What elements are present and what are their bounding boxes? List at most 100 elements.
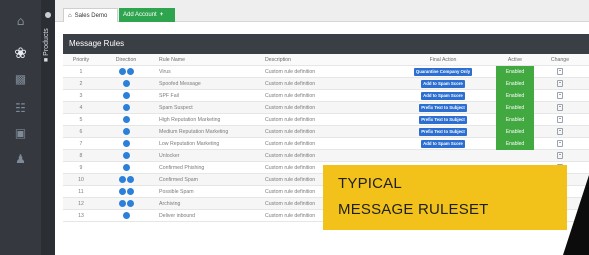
callout-banner: TYPICAL MESSAGE RULESET [323, 165, 567, 230]
direction-out-icon [126, 68, 134, 76]
cell-change [537, 78, 583, 90]
direction-in-icon [122, 140, 130, 148]
cell-active: Enabled [493, 90, 537, 102]
cell-final-action: Quarantine Company Only [393, 66, 493, 78]
cell-description: Custom rule definition [265, 93, 316, 99]
enabled-toggle[interactable]: Enabled [496, 90, 534, 102]
header-priority[interactable]: Priority [63, 54, 99, 66]
add-account-button[interactable]: Add Account + [119, 8, 175, 22]
cell-rule-name[interactable]: High Reputation Marketing [159, 114, 269, 126]
edit-icon[interactable] [557, 152, 563, 160]
cell-priority: 9 [79, 165, 83, 171]
sitemap-icon[interactable]: ☷ [0, 99, 41, 117]
cell-priority: 13 [78, 213, 84, 219]
cell-description: Custom rule definition [265, 81, 316, 87]
cell-final-action: Prefix Text to Subject [393, 126, 493, 138]
cell-change [537, 90, 583, 102]
cell-priority: 4 [79, 105, 83, 111]
home-icon[interactable]: ⌂ [0, 12, 41, 30]
cell-priority: 11 [78, 189, 84, 195]
cell-direction [99, 150, 153, 162]
cell-rule-name[interactable]: Unlocker [159, 150, 269, 162]
cell-final-action [393, 150, 493, 162]
cell-description: Custom rule definition [265, 117, 316, 123]
action-badge: Add to Spam Score [421, 79, 465, 88]
direction-in-icon [118, 176, 126, 184]
direction-out-icon [126, 200, 134, 208]
cell-rule-name[interactable]: SPF Fail [159, 90, 269, 102]
direction-in-icon [118, 200, 126, 208]
direction-in-icon [122, 152, 130, 160]
cell-description: Custom rule definition [265, 105, 316, 111]
cell-direction [99, 102, 153, 114]
table-row[interactable]: 3 SPF Fail Custom rule definition Add to Sp… [63, 90, 589, 102]
cell-final-action: Add to Spam Score [393, 78, 493, 90]
header-change[interactable]: Change [537, 54, 583, 66]
edit-icon[interactable] [557, 92, 563, 100]
users-icon[interactable]: ♟ [0, 150, 41, 168]
table-row[interactable]: 8 Unlocker Custom rule definition [63, 150, 589, 162]
tab-sales-demo[interactable]: ⌂ Sales Demo [63, 8, 118, 22]
enabled-toggle[interactable]: Enabled [496, 78, 534, 90]
direction-in-icon [122, 128, 130, 136]
cell-rule-name[interactable]: Possible Spam [159, 186, 269, 198]
action-badge: Prefix Text to Subject [419, 127, 467, 136]
table-row[interactable]: 4 Spam Suspect Custom rule definition Prefi… [63, 102, 589, 114]
cell-rule-name[interactable]: Spam Suspect [159, 102, 269, 114]
enabled-toggle[interactable]: Enabled [496, 126, 534, 138]
edit-icon[interactable] [557, 140, 563, 148]
cell-rule-name[interactable]: Low Reputation Marketing [159, 138, 269, 150]
products-strip[interactable]: ■ Products [41, 0, 55, 255]
header-description[interactable]: Description [265, 54, 385, 66]
cell-rule-name[interactable]: Virus [159, 66, 269, 78]
logo-icon[interactable]: ❀ [0, 44, 41, 62]
cell-final-action: Prefix Text to Subject [393, 102, 493, 114]
header-final-action[interactable]: Final Action [393, 54, 493, 66]
enabled-toggle[interactable]: Enabled [496, 102, 534, 114]
direction-out-icon [126, 188, 134, 196]
cell-description: Custom rule definition [265, 69, 316, 75]
panel-title: Message Rules [63, 34, 589, 54]
enabled-toggle[interactable]: Enabled [496, 66, 534, 78]
cell-rule-name[interactable]: Medium Reputation Marketing [159, 126, 269, 138]
products-label: ■ Products [43, 28, 50, 62]
cell-final-action: Prefix Text to Subject [393, 114, 493, 126]
cell-priority: 5 [79, 117, 83, 123]
cell-direction [99, 126, 153, 138]
enabled-toggle[interactable]: Enabled [496, 138, 534, 150]
plus-icon: + [159, 12, 164, 18]
chart-icon[interactable]: ▩ [0, 70, 41, 88]
action-badge: Prefix Text to Subject [419, 115, 467, 124]
table-row[interactable]: 5 High Reputation Marketing Custom rule de… [63, 114, 589, 126]
enabled-toggle[interactable]: Enabled [496, 114, 534, 126]
cell-change [537, 102, 583, 114]
cell-priority: 1 [79, 69, 83, 75]
cell-priority: 6 [79, 129, 83, 135]
direction-in-icon [122, 104, 130, 112]
cell-rule-name[interactable]: Archiving [159, 198, 269, 210]
cell-rule-name[interactable]: Confirmed Phishing [159, 162, 269, 174]
table-row[interactable]: 1 Virus Custom rule definition Quarantine C… [63, 66, 589, 78]
cell-rule-name[interactable]: Deliver inbound [159, 210, 269, 222]
edit-icon[interactable] [557, 104, 563, 112]
edit-icon[interactable] [557, 116, 563, 124]
cell-direction [99, 90, 153, 102]
header-active[interactable]: Active [493, 54, 537, 66]
direction-in-icon [122, 164, 130, 172]
edit-icon[interactable] [557, 128, 563, 136]
table-row[interactable]: 6 Medium Reputation Marketing Custom rule … [63, 126, 589, 138]
edit-icon[interactable] [557, 80, 563, 88]
table-row[interactable]: 7 Low Reputation Marketing Custom rule def… [63, 138, 589, 150]
header-direction[interactable]: Direction [99, 54, 153, 66]
cell-priority: 7 [79, 141, 83, 147]
cell-rule-name[interactable]: Spoofed Message [159, 78, 269, 90]
header-rule-name[interactable]: Rule Name [159, 54, 269, 66]
cell-change [537, 150, 583, 162]
table-row[interactable]: 2 Spoofed Message Custom rule definition Ad… [63, 78, 589, 90]
monitor-icon[interactable]: ▣ [0, 124, 41, 142]
direction-in-icon [118, 68, 126, 76]
action-badge: Add to Spam Score [421, 139, 465, 148]
action-badge: Prefix Text to Subject [419, 103, 467, 112]
edit-icon[interactable] [557, 68, 563, 76]
cell-rule-name[interactable]: Confirmed Spam [159, 174, 269, 186]
